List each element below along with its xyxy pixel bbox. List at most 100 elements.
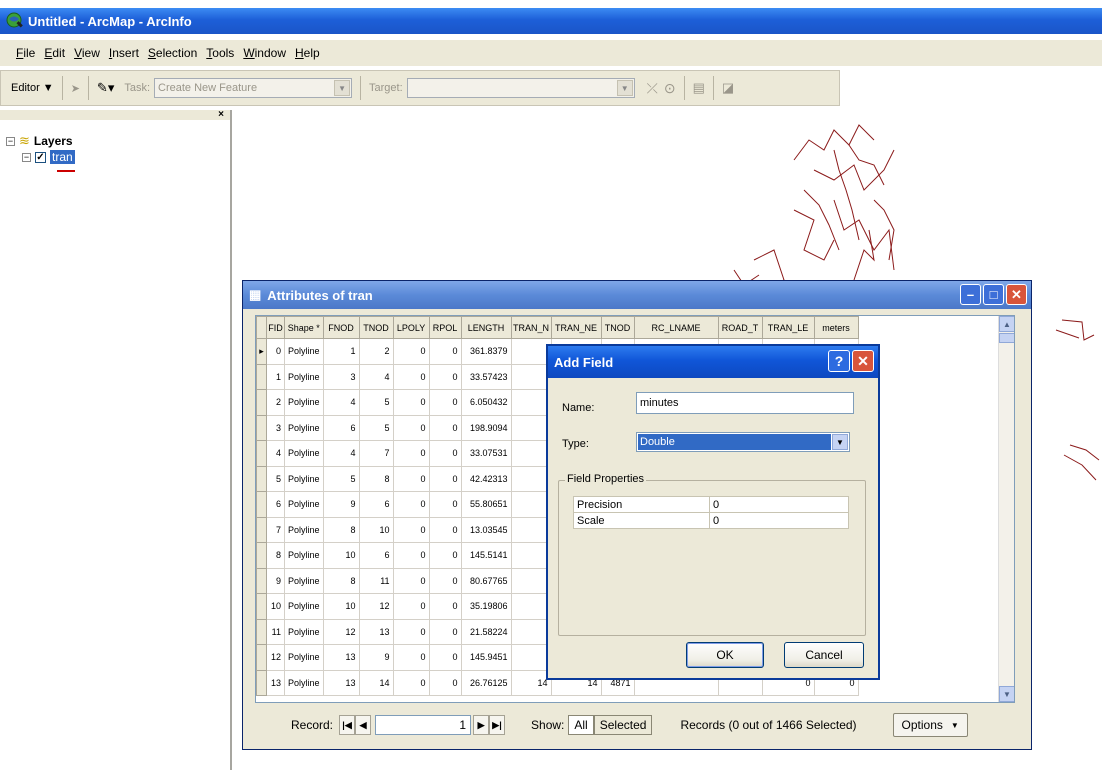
split-tool-icon[interactable]: ⤫ xyxy=(647,80,658,97)
table-cell[interactable]: 0 xyxy=(392,669,430,696)
table-cell[interactable]: 361.8379 xyxy=(460,338,512,365)
row-selector[interactable]: ▸ xyxy=(256,338,267,365)
editor-menu-button[interactable]: Editor ▼ xyxy=(11,82,54,94)
table-cell[interactable]: 10 xyxy=(266,593,285,620)
column-header[interactable]: Shape * xyxy=(284,316,324,339)
table-cell[interactable]: Polyline xyxy=(284,618,324,645)
table-cell[interactable]: 12 xyxy=(322,618,360,645)
table-cell[interactable]: 0 xyxy=(428,542,462,569)
edit-tool-arrow-icon[interactable]: ➤ xyxy=(71,82,80,95)
column-header[interactable]: TRAN_LE xyxy=(761,316,815,339)
row-selector[interactable] xyxy=(256,389,267,416)
chevron-down-icon[interactable]: ▼ xyxy=(832,434,848,450)
column-header[interactable]: TNOD xyxy=(358,316,394,339)
table-cell[interactable]: 0 xyxy=(428,567,462,594)
attributes-tool-icon[interactable]: ▤ xyxy=(693,80,705,96)
table-cell[interactable]: Polyline xyxy=(284,338,324,365)
column-header[interactable]: LPOLY xyxy=(392,316,430,339)
row-selector[interactable] xyxy=(256,363,267,390)
property-row[interactable]: Scale 0 xyxy=(573,512,849,529)
layer-visibility-checkbox[interactable]: ✓ xyxy=(35,151,46,163)
column-header[interactable]: LENGTH xyxy=(460,316,512,339)
row-selector[interactable] xyxy=(256,669,267,696)
scroll-down-icon[interactable]: ▼ xyxy=(999,686,1014,702)
menu-edit[interactable]: Edit xyxy=(44,46,65,60)
table-cell[interactable]: 0 xyxy=(428,389,462,416)
table-cell[interactable]: 0 xyxy=(392,593,430,620)
column-header[interactable]: TRAN_N xyxy=(510,316,552,339)
table-cell[interactable]: 3 xyxy=(266,414,285,441)
table-cell[interactable]: Polyline xyxy=(284,491,324,518)
help-icon[interactable]: ? xyxy=(828,350,850,372)
table-cell[interactable]: 5 xyxy=(266,465,285,492)
table-cell[interactable]: 0 xyxy=(392,542,430,569)
table-cell[interactable]: 35.19806 xyxy=(460,593,512,620)
table-cell[interactable]: 6 xyxy=(266,491,285,518)
table-cell[interactable]: 12 xyxy=(358,593,394,620)
chevron-down-icon[interactable]: ▼ xyxy=(616,80,633,96)
close-icon[interactable]: ✕ xyxy=(1006,284,1027,305)
minimize-icon[interactable]: – xyxy=(960,284,981,305)
table-cell[interactable]: 0 xyxy=(392,465,430,492)
menu-file[interactable]: File xyxy=(16,46,35,60)
table-cell[interactable]: 1 xyxy=(266,363,285,390)
menu-tools[interactable]: Tools xyxy=(206,46,234,60)
chevron-down-icon[interactable]: ▼ xyxy=(334,80,351,96)
field-type-select[interactable]: Double ▼ xyxy=(636,432,850,452)
table-cell[interactable]: 33.07531 xyxy=(460,440,512,467)
menu-insert[interactable]: Insert xyxy=(109,46,139,60)
show-selected-button[interactable]: Selected xyxy=(593,715,653,735)
row-selector[interactable] xyxy=(256,516,267,543)
table-cell[interactable]: 0 xyxy=(266,338,285,365)
table-cell[interactable]: 3 xyxy=(322,363,360,390)
table-cell[interactable]: Polyline xyxy=(284,363,324,390)
column-header[interactable]: RPOL xyxy=(428,316,462,339)
table-cell[interactable]: 5 xyxy=(358,389,394,416)
table-cell[interactable]: 6 xyxy=(322,414,360,441)
table-cell[interactable]: 12 xyxy=(266,644,285,671)
table-cell[interactable]: 10 xyxy=(358,516,394,543)
maximize-icon[interactable]: □ xyxy=(983,284,1004,305)
table-cell[interactable]: Polyline xyxy=(284,644,324,671)
first-record-icon[interactable]: |◀ xyxy=(339,715,356,735)
table-cell[interactable]: 0 xyxy=(428,516,462,543)
table-cell[interactable]: 8 xyxy=(358,465,394,492)
table-cell[interactable]: Polyline xyxy=(284,593,324,620)
table-cell[interactable]: 1 xyxy=(322,338,360,365)
table-cell[interactable]: 55.80651 xyxy=(460,491,512,518)
cancel-button[interactable]: Cancel xyxy=(784,642,864,668)
column-header[interactable]: TNOD xyxy=(600,316,635,339)
table-cell[interactable]: 0 xyxy=(392,618,430,645)
table-cell[interactable]: 0 xyxy=(392,363,430,390)
table-cell[interactable]: 9 xyxy=(322,491,360,518)
table-cell[interactable]: 6 xyxy=(358,542,394,569)
layer-name[interactable]: tran xyxy=(50,150,75,164)
table-cell[interactable]: 0 xyxy=(392,491,430,518)
table-cell[interactable]: 2 xyxy=(358,338,394,365)
table-cell[interactable]: 13 xyxy=(266,669,285,696)
table-cell[interactable]: 0 xyxy=(392,440,430,467)
table-cell[interactable]: Polyline xyxy=(284,669,324,696)
target-dropdown[interactable]: ▼ xyxy=(406,78,635,98)
table-cell[interactable]: 0 xyxy=(428,440,462,467)
table-cell[interactable]: 0 xyxy=(428,644,462,671)
attributes-title-bar[interactable]: ▦ Attributes of tran – □ ✕ xyxy=(243,281,1031,309)
column-header[interactable]: TRAN_NE xyxy=(550,316,602,339)
table-cell[interactable]: 0 xyxy=(428,338,462,365)
table-cell[interactable]: 0 xyxy=(392,567,430,594)
toc-layers-root[interactable]: − ≋ Layers xyxy=(6,133,73,149)
row-selector[interactable] xyxy=(256,491,267,518)
table-cell[interactable]: 145.5141 xyxy=(460,542,512,569)
sketch-properties-icon[interactable]: ◪ xyxy=(722,80,734,96)
scroll-up-icon[interactable]: ▲ xyxy=(999,316,1014,332)
table-cell[interactable]: 26.76125 xyxy=(460,669,512,696)
table-cell[interactable]: 5 xyxy=(322,465,360,492)
field-properties-table[interactable]: Precision 0 Scale 0 xyxy=(573,496,849,529)
table-cell[interactable]: 33.57423 xyxy=(460,363,512,390)
table-cell[interactable]: 0 xyxy=(428,618,462,645)
table-cell[interactable]: Polyline xyxy=(284,516,324,543)
table-cell[interactable]: 4 xyxy=(358,363,394,390)
table-cell[interactable]: 0 xyxy=(428,593,462,620)
table-cell[interactable]: 21.58224 xyxy=(460,618,512,645)
property-value[interactable]: 0 xyxy=(709,512,849,529)
